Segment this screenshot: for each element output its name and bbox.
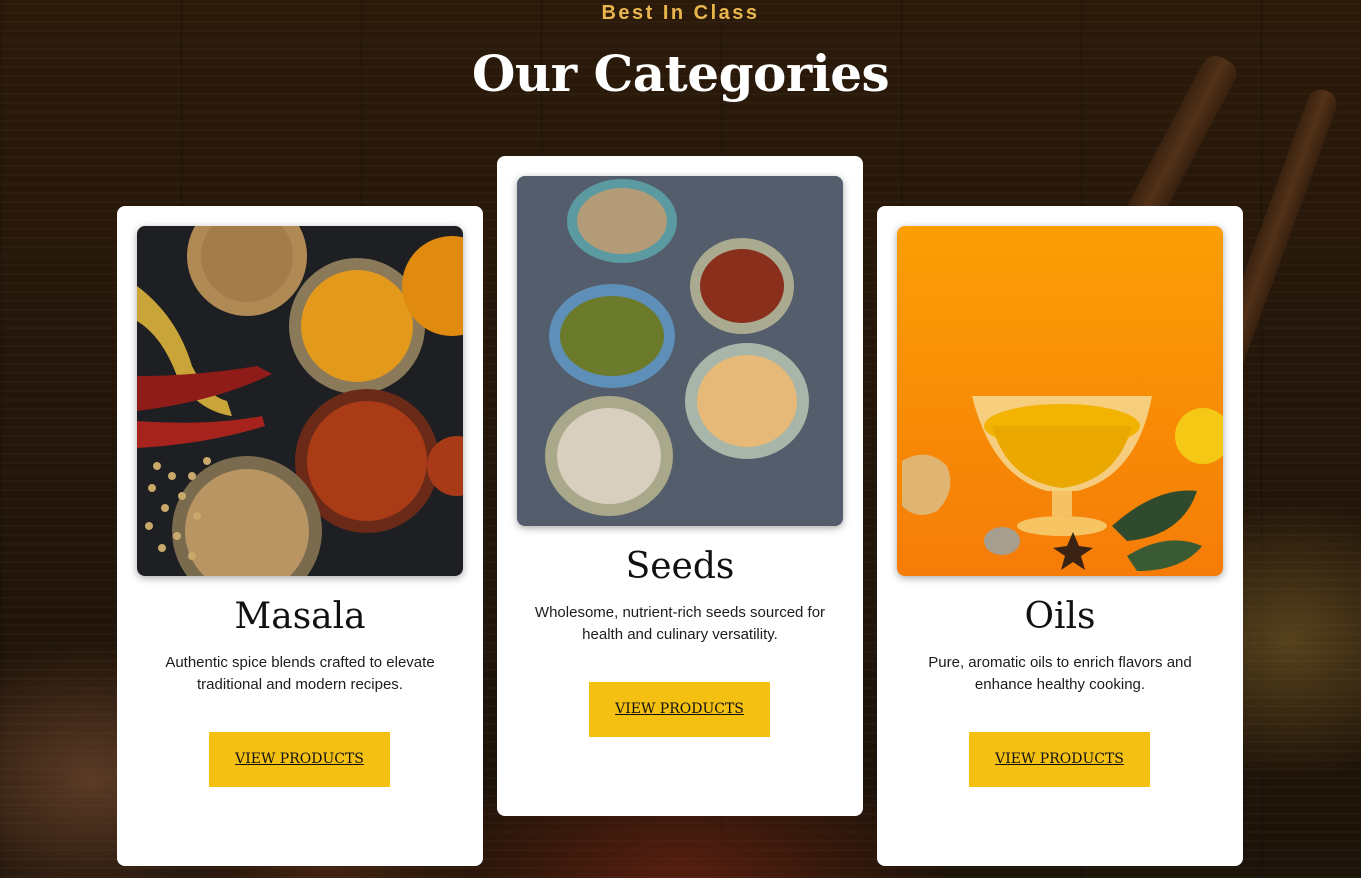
category-description-seeds: Wholesome, nutrient-rich seeds sourced f… xyxy=(534,604,826,643)
section-eyebrow: Best In Class xyxy=(601,2,760,24)
view-products-masala-button[interactable]: VIEW PRODUCTS xyxy=(209,732,390,787)
section-title: Our Categories xyxy=(471,44,890,103)
category-title-seeds: Seeds xyxy=(625,546,735,587)
category-card-oils: Oils Pure, aromatic oils to enrich flavo… xyxy=(877,206,1243,866)
seeds-image xyxy=(517,176,843,526)
category-description-oils: Pure, aromatic oils to enrich flavors an… xyxy=(928,654,1192,693)
oils-image xyxy=(897,226,1223,576)
category-title-masala: Masala xyxy=(234,596,366,637)
category-card-masala: Masala Authentic spice blends crafted to… xyxy=(117,206,483,866)
category-description-masala: Authentic spice blends crafted to elevat… xyxy=(165,654,435,693)
masala-image xyxy=(137,226,463,576)
category-card-seeds: Seeds Wholesome, nutrient-rich seeds sou… xyxy=(497,156,863,816)
view-products-seeds-button[interactable]: VIEW PRODUCTS xyxy=(589,682,770,737)
category-title-oils: Oils xyxy=(1024,596,1096,637)
view-products-oils-button[interactable]: VIEW PRODUCTS xyxy=(969,732,1150,787)
